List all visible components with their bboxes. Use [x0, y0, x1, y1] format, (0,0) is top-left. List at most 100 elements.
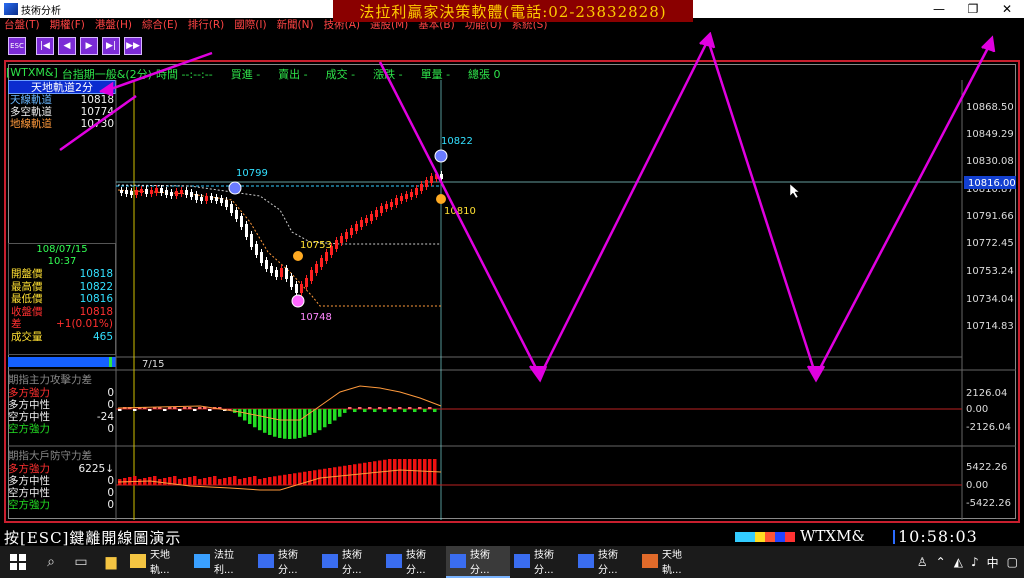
- menu-item-general[interactable]: 綜合(E): [142, 18, 178, 32]
- high-marker-icon: [434, 149, 448, 163]
- candle-body: [140, 189, 143, 193]
- taskbar-app[interactable]: 技術分...: [382, 546, 446, 578]
- people-icon[interactable]: ♙: [917, 555, 928, 569]
- menu-item-ranking[interactable]: 排行(R): [188, 18, 225, 32]
- taskbar-app-label: 天地軌...: [150, 550, 170, 576]
- attack-bar: [278, 409, 282, 438]
- ime-indicator[interactable]: 中: [987, 554, 999, 571]
- attack-bar: [298, 409, 302, 438]
- attack-bar: [243, 409, 247, 421]
- chart-canvas[interactable]: 7/15 10868.5010849.2910830.0810810.87107…: [0, 0, 1024, 578]
- candle-body: [380, 206, 383, 213]
- price-tick: 10868.50: [966, 102, 1014, 113]
- defense-bar: [213, 476, 217, 485]
- menu-item-hk[interactable]: 港盤(H): [95, 18, 132, 32]
- attack-bar: [313, 409, 317, 433]
- defense-bar: [163, 478, 167, 485]
- candle-body: [370, 214, 373, 221]
- candle-body: [280, 268, 283, 277]
- defense-bar: [288, 474, 292, 485]
- file-explorer-icon[interactable]: ▆: [96, 546, 126, 578]
- menu-item-taipan[interactable]: 台盤(T): [4, 18, 40, 32]
- defense-bar: [268, 477, 272, 485]
- candle-body: [170, 192, 173, 196]
- candle-body: [265, 260, 268, 269]
- show-hidden-icon[interactable]: ⌃: [936, 555, 946, 569]
- defense-bar: [208, 477, 212, 485]
- search-icon[interactable]: ⌕: [36, 546, 66, 578]
- taskbar-app-label: 技術分...: [342, 550, 362, 576]
- taskbar-app[interactable]: 技術分...: [446, 546, 510, 578]
- defense-bar: [253, 476, 257, 485]
- defense-bar: [228, 477, 232, 485]
- taskbar-app-label: 技術分...: [406, 550, 426, 576]
- attack-bar: [173, 407, 177, 409]
- taskbar-app[interactable]: 法拉利...: [190, 546, 254, 578]
- menu-item-international[interactable]: 國際(I): [234, 18, 266, 32]
- candle-body: [335, 240, 338, 249]
- candle-body: [165, 190, 168, 195]
- notification-icon[interactable]: ▢: [1007, 555, 1018, 569]
- defense-bar: [138, 479, 142, 485]
- candle-body: [405, 194, 408, 199]
- candle-body: [310, 270, 313, 281]
- candle-body: [220, 198, 223, 203]
- candle-body: [205, 196, 208, 201]
- candle-body: [420, 184, 423, 191]
- attack-bar: [183, 407, 187, 409]
- taskbar-app[interactable]: 天地軌...: [638, 546, 702, 578]
- defense-bar: [378, 460, 382, 485]
- taskbar-app-label: 天地軌...: [662, 550, 682, 576]
- attack-bar: [383, 409, 387, 412]
- defense-bar: [323, 468, 327, 485]
- annotation-low2: 10748: [300, 312, 332, 323]
- lower-orbit-line: [117, 189, 441, 307]
- ppt-icon: [642, 554, 658, 568]
- start-button[interactable]: [0, 546, 36, 578]
- attack-bar: [428, 407, 432, 409]
- candle-body: [430, 176, 433, 183]
- candle-body: [385, 204, 388, 209]
- attack-bar: [413, 409, 417, 412]
- defense-bar: [393, 459, 397, 485]
- attack-bar: [188, 407, 192, 409]
- defense-bar: [388, 459, 392, 485]
- candle-body: [360, 220, 363, 227]
- candle-body: [175, 191, 178, 196]
- candle-body: [260, 252, 263, 263]
- taskbar-app[interactable]: 技術分...: [510, 546, 574, 578]
- defense-bar: [203, 478, 207, 485]
- defense-bar: [398, 459, 402, 485]
- candle-body: [240, 216, 243, 227]
- menu-item-futures[interactable]: 期權(F): [50, 18, 85, 32]
- attack-bar: [358, 407, 362, 409]
- candle-body: [155, 188, 158, 193]
- candle-body: [270, 266, 273, 273]
- defense-bar: [128, 477, 132, 485]
- task-view-icon[interactable]: ▭: [66, 546, 96, 578]
- taskbar-app[interactable]: 技術分...: [254, 546, 318, 578]
- candles-group: [120, 171, 443, 296]
- candle-body: [425, 180, 428, 187]
- attack-bar: [238, 409, 242, 417]
- defense-bar: [243, 478, 247, 485]
- menu-item-news[interactable]: 新聞(N): [277, 18, 314, 32]
- candle-body: [190, 192, 193, 197]
- taskbar-app[interactable]: 技術分...: [318, 546, 382, 578]
- candle-body: [125, 190, 128, 194]
- defense-bar: [193, 476, 197, 485]
- candle-body: [320, 258, 323, 267]
- network-icon[interactable]: ◭: [954, 555, 963, 569]
- attack-bar: [328, 409, 332, 424]
- candle-body: [325, 252, 328, 261]
- taskbar-app[interactable]: 技術分...: [574, 546, 638, 578]
- candle-body: [410, 192, 413, 197]
- price-tick: 10714.83: [966, 321, 1014, 332]
- candle-body: [195, 194, 198, 200]
- windows-icon: [10, 554, 26, 570]
- current-price: 10816.00: [968, 178, 1016, 189]
- panel2-tick: 0.00: [966, 480, 988, 491]
- taskbar-app[interactable]: 天地軌...: [126, 546, 190, 578]
- attack-bar: [433, 409, 437, 412]
- volume-icon[interactable]: ♪: [971, 555, 979, 569]
